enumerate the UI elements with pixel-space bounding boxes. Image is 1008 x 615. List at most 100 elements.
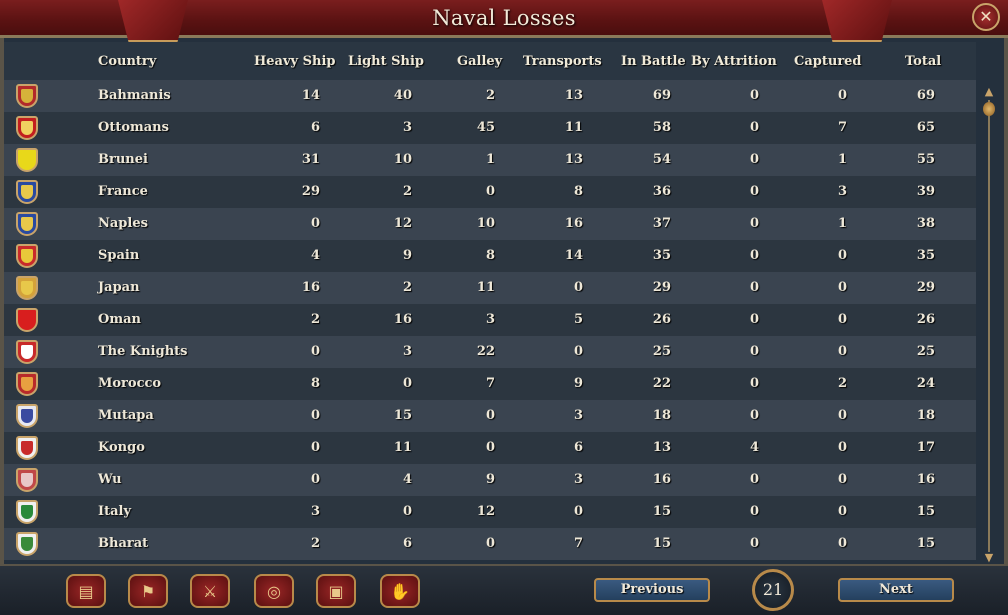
column-header-by-attrition[interactable]: By Attrition [691, 54, 777, 69]
country-shield-icon[interactable] [16, 436, 38, 460]
column-header-galley[interactable]: Galley [457, 54, 502, 69]
cell-heavy: 0 [310, 344, 320, 359]
country-shield-icon[interactable] [16, 308, 38, 332]
shield-emblem [21, 313, 33, 327]
cell-battle: 36 [652, 184, 671, 199]
column-header-light-ship[interactable]: Light Ship [348, 54, 424, 69]
cell-total: 69 [916, 88, 935, 103]
shield-emblem [21, 345, 33, 359]
cell-light: 16 [393, 312, 412, 327]
column-header-transports[interactable]: Transports [523, 54, 602, 69]
cell-galley: 9 [485, 472, 495, 487]
scrollbar[interactable]: ▲ ▼ [982, 86, 996, 564]
country-shield-icon[interactable] [16, 84, 38, 108]
table-row[interactable]: Ottomans 6 3 45 11 58 0 7 65 [4, 112, 976, 144]
cell-captured: 0 [837, 504, 847, 519]
scroll-up-icon[interactable]: ▲ [983, 86, 995, 98]
shield-emblem [21, 281, 33, 295]
shield-emblem [21, 121, 33, 135]
table-row[interactable]: Spain 4 9 8 14 35 0 0 35 [4, 240, 976, 272]
cell-galley: 10 [476, 216, 495, 231]
country-shield-icon[interactable] [16, 340, 38, 364]
cell-battle: 15 [652, 536, 671, 551]
previous-button[interactable]: Previous [594, 578, 710, 602]
cell-light: 6 [402, 536, 412, 551]
handshake-icon[interactable]: ✋ [380, 574, 420, 608]
table-row[interactable]: Morocco 8 0 7 9 22 0 2 24 [4, 368, 976, 400]
column-header-total[interactable]: Total [905, 54, 941, 69]
cell-attrition: 0 [749, 344, 759, 359]
cell-galley: 22 [476, 344, 495, 359]
country-name: Mutapa [98, 408, 154, 423]
table-row[interactable]: Japan 16 2 11 0 29 0 0 29 [4, 272, 976, 304]
country-shield-icon[interactable] [16, 500, 38, 524]
column-header-captured[interactable]: Captured [794, 54, 862, 69]
cell-captured: 7 [837, 120, 847, 135]
cell-galley: 7 [485, 376, 495, 391]
scroll-track[interactable] [988, 100, 990, 552]
table-row[interactable]: Italy 3 0 12 0 15 0 0 15 [4, 496, 976, 528]
country-shield-icon[interactable] [16, 468, 38, 492]
country-shield-icon[interactable] [16, 276, 38, 300]
country-name: Kongo [98, 440, 145, 455]
cell-attrition: 4 [749, 440, 759, 455]
crossed-swords-icon[interactable]: ⚔ [190, 574, 230, 608]
table-row[interactable]: Bahmanis 14 40 2 13 69 0 0 69 [4, 80, 976, 112]
cell-total: 29 [916, 280, 935, 295]
cell-captured: 0 [837, 248, 847, 263]
scroll-down-icon[interactable]: ▼ [983, 552, 995, 564]
cell-attrition: 0 [749, 472, 759, 487]
cell-attrition: 0 [749, 184, 759, 199]
close-icon[interactable]: ✕ [972, 3, 1000, 31]
cell-heavy: 31 [301, 152, 320, 167]
next-button[interactable]: Next [838, 578, 954, 602]
cell-light: 3 [402, 344, 412, 359]
table-row[interactable]: Kongo 0 11 0 6 13 4 0 17 [4, 432, 976, 464]
country-shield-icon[interactable] [16, 180, 38, 204]
cell-captured: 2 [837, 376, 847, 391]
column-header-heavy-ship[interactable]: Heavy Ship [254, 54, 335, 69]
cell-transports: 16 [564, 216, 583, 231]
flag-icon[interactable]: ⚑ [128, 574, 168, 608]
cell-captured: 1 [837, 152, 847, 167]
table-row[interactable]: Wu 0 4 9 3 16 0 0 16 [4, 464, 976, 496]
window-title: Naval Losses [432, 6, 576, 30]
shield-emblem [21, 505, 33, 519]
shield-emblem [21, 441, 33, 455]
table-row[interactable]: Bharat 2 6 0 7 15 0 0 15 [4, 528, 976, 560]
country-name: Italy [98, 504, 132, 519]
coins-icon[interactable]: ◎ [254, 574, 294, 608]
cell-battle: 16 [652, 472, 671, 487]
cell-light: 0 [402, 504, 412, 519]
ledger-icon[interactable]: ▤ [66, 574, 106, 608]
title-bar: Naval Losses ✕ [0, 0, 1008, 42]
cell-heavy: 0 [310, 440, 320, 455]
cell-total: 16 [916, 472, 935, 487]
country-shield-icon[interactable] [16, 148, 38, 172]
country-shield-icon[interactable] [16, 372, 38, 396]
trade-goods-icon[interactable]: ▣ [316, 574, 356, 608]
country-shield-icon[interactable] [16, 116, 38, 140]
cell-attrition: 0 [749, 312, 759, 327]
table-row[interactable]: Mutapa 0 15 0 3 18 0 0 18 [4, 400, 976, 432]
country-shield-icon[interactable] [16, 404, 38, 428]
table-header: Country Heavy Ship Light Ship Galley Tra… [4, 42, 976, 80]
table-row[interactable]: Naples 0 12 10 16 37 0 1 38 [4, 208, 976, 240]
shield-emblem [21, 537, 33, 551]
country-shield-icon[interactable] [16, 244, 38, 268]
cell-battle: 22 [652, 376, 671, 391]
table-row[interactable]: Oman 2 16 3 5 26 0 0 26 [4, 304, 976, 336]
country-shield-icon[interactable] [16, 212, 38, 236]
cell-transports: 13 [564, 152, 583, 167]
cell-transports: 5 [573, 312, 583, 327]
column-header-in-battle[interactable]: In Battle [621, 54, 686, 69]
cell-battle: 18 [652, 408, 671, 423]
country-name: Naples [98, 216, 148, 231]
table-row[interactable]: France 29 2 0 8 36 0 3 39 [4, 176, 976, 208]
cell-battle: 54 [652, 152, 671, 167]
table-row[interactable]: The Knights 0 3 22 0 25 0 0 25 [4, 336, 976, 368]
country-shield-icon[interactable] [16, 532, 38, 556]
table-row[interactable]: Brunei 31 10 1 13 54 0 1 55 [4, 144, 976, 176]
column-header-country[interactable]: Country [98, 54, 156, 69]
scroll-thumb[interactable] [983, 102, 995, 116]
